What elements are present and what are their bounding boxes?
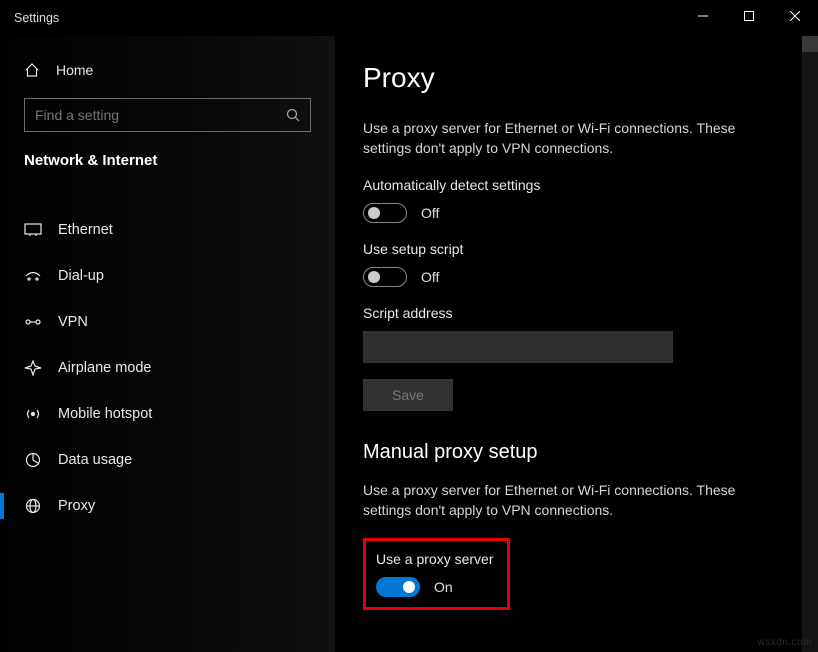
use-proxy-toggle[interactable] bbox=[376, 577, 420, 597]
maximize-icon bbox=[744, 11, 754, 21]
watermark: wsxdn.com bbox=[757, 637, 812, 648]
manual-heading: Manual proxy setup bbox=[363, 441, 790, 464]
search-field[interactable] bbox=[35, 107, 260, 123]
main-panel: Proxy Use a proxy server for Ethernet or… bbox=[335, 36, 818, 652]
auto-detect-label: Automatically detect settings bbox=[363, 177, 790, 193]
sidebar: Home Network & Internet Ethernet Dial-up bbox=[0, 36, 335, 652]
datausage-icon bbox=[24, 452, 42, 468]
use-script-label: Use setup script bbox=[363, 241, 790, 257]
close-icon bbox=[790, 11, 800, 21]
highlight-annotation: Use a proxy server On bbox=[363, 538, 510, 610]
auto-detect-toggle[interactable] bbox=[363, 203, 407, 223]
use-script-state: Off bbox=[421, 269, 439, 285]
minimize-button[interactable] bbox=[680, 0, 726, 32]
sidebar-item-ethernet[interactable]: Ethernet bbox=[0, 207, 335, 253]
window-title: Settings bbox=[14, 11, 59, 25]
home-icon bbox=[24, 62, 40, 78]
maximize-button[interactable] bbox=[726, 0, 772, 32]
search-icon bbox=[286, 108, 300, 122]
proxy-icon bbox=[24, 498, 42, 514]
sidebar-item-label: Proxy bbox=[58, 498, 95, 514]
page-title: Proxy bbox=[363, 62, 790, 94]
settings-window: Settings Home Netwo bbox=[0, 0, 818, 652]
sidebar-item-proxy[interactable]: Proxy bbox=[0, 483, 335, 529]
home-label: Home bbox=[56, 62, 93, 78]
sidebar-item-dialup[interactable]: Dial-up bbox=[0, 253, 335, 299]
dialup-icon bbox=[24, 269, 42, 283]
nav-list: Ethernet Dial-up VPN Airplane mode Mobil… bbox=[0, 207, 335, 529]
sidebar-item-label: Mobile hotspot bbox=[58, 406, 152, 422]
auto-description: Use a proxy server for Ethernet or Wi-Fi… bbox=[363, 118, 783, 159]
sidebar-item-label: VPN bbox=[58, 314, 88, 330]
sidebar-item-label: Dial-up bbox=[58, 268, 104, 284]
ethernet-icon bbox=[24, 223, 42, 237]
toggle-knob bbox=[368, 207, 380, 219]
use-proxy-label: Use a proxy server bbox=[376, 551, 493, 567]
scroll-up-arrow[interactable] bbox=[802, 36, 818, 52]
manual-description: Use a proxy server for Ethernet or Wi-Fi… bbox=[363, 480, 783, 521]
script-address-input[interactable] bbox=[363, 331, 673, 363]
search-input[interactable] bbox=[24, 98, 311, 132]
minimize-icon bbox=[698, 11, 708, 21]
window-controls bbox=[680, 0, 818, 32]
sidebar-item-label: Ethernet bbox=[58, 222, 113, 238]
sidebar-item-label: Data usage bbox=[58, 452, 132, 468]
scrollbar[interactable] bbox=[802, 36, 818, 652]
auto-detect-state: Off bbox=[421, 205, 439, 221]
toggle-knob bbox=[368, 271, 380, 283]
window-body: Home Network & Internet Ethernet Dial-up bbox=[0, 36, 818, 652]
section-title: Network & Internet bbox=[0, 152, 335, 185]
sidebar-item-label: Airplane mode bbox=[58, 360, 152, 376]
sidebar-item-datausage[interactable]: Data usage bbox=[0, 437, 335, 483]
toggle-knob bbox=[403, 581, 415, 593]
sidebar-item-airplane[interactable]: Airplane mode bbox=[0, 345, 335, 391]
home-button[interactable]: Home bbox=[0, 56, 335, 92]
save-button[interactable]: Save bbox=[363, 379, 453, 411]
sidebar-item-hotspot[interactable]: Mobile hotspot bbox=[0, 391, 335, 437]
close-button[interactable] bbox=[772, 0, 818, 32]
use-proxy-state: On bbox=[434, 579, 453, 595]
use-script-toggle[interactable] bbox=[363, 267, 407, 287]
hotspot-icon bbox=[24, 406, 42, 422]
airplane-icon bbox=[24, 360, 42, 376]
vpn-icon bbox=[24, 315, 42, 329]
script-address-label: Script address bbox=[363, 305, 790, 321]
sidebar-item-vpn[interactable]: VPN bbox=[0, 299, 335, 345]
